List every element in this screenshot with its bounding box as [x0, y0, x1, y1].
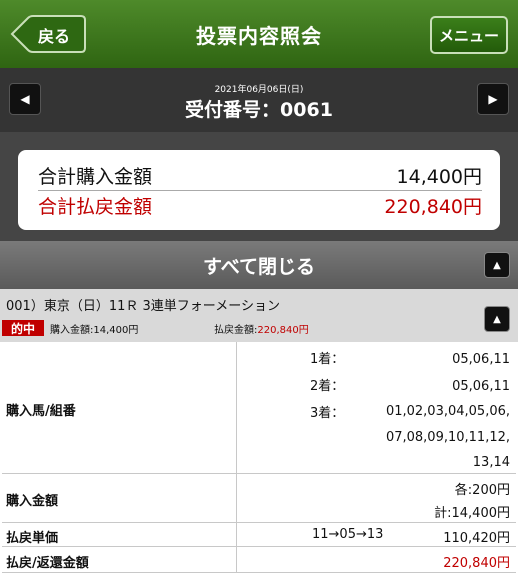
refund-row: 払戻/返還金額 220,840円 — [2, 547, 516, 573]
bet-header[interactable]: 001）東京（日）11Ｒ 3連単フォーメーション 的中 購入金額:14,400円… — [0, 289, 518, 342]
back-button-label: 戻る — [38, 27, 71, 46]
hit-badge: 的中 — [2, 320, 44, 336]
first-place-value: 05,06,11 — [452, 352, 510, 367]
bet-title: 001）東京（日）11Ｒ 3連単フォーメーション — [6, 299, 280, 314]
third-place-value-3: 13,14 — [472, 455, 510, 470]
amount-label: 購入金額 — [6, 494, 59, 509]
third-place-label: 3着： — [310, 406, 345, 421]
amount-row: 購入金額 各:200円 計:14,400円 — [2, 474, 516, 523]
header-bar: 戻る 投票内容照会 メニュー — [0, 0, 518, 68]
collapse-all-button[interactable]: ▲ — [484, 252, 510, 278]
triangle-right-icon: ▶ — [488, 92, 498, 106]
first-place-label: 1着： — [310, 352, 345, 367]
unit-value: 110,420円 — [443, 531, 510, 546]
triangle-up-icon: ▲ — [493, 313, 501, 325]
horses-label: 購入馬/組番 — [6, 404, 76, 419]
triangle-up-icon: ▲ — [493, 259, 501, 271]
third-place-value-1: 01,02,03,04,05,06, — [385, 404, 510, 419]
bet-details-table: 購入馬/組番 1着： 05,06,11 2着： 05,06,11 3着： 01,… — [2, 342, 516, 573]
receipt-number: 受付番号：0061 — [185, 99, 333, 121]
refund-value: 220,840円 — [443, 556, 510, 571]
close-all-bar[interactable]: すべて閉じる ▲ — [0, 241, 518, 289]
total-payout-row: 合計払戻金額 220,840円 — [38, 190, 482, 220]
collapse-bet-button[interactable]: ▲ — [484, 306, 510, 332]
refund-label: 払戻/返還金額 — [6, 556, 89, 571]
total-purchase-row: 合計購入金額 14,400円 — [38, 160, 482, 190]
horses-row: 購入馬/組番 1着： 05,06,11 2着： 05,06,11 3着： 01,… — [2, 342, 516, 474]
amount-each: 各:200円 — [454, 483, 510, 498]
close-all-label: すべて閉じる — [203, 255, 315, 278]
total-purchase-label: 合計購入金額 — [38, 165, 153, 188]
second-place-label: 2着： — [310, 379, 345, 394]
second-place-value: 05,06,11 — [452, 379, 510, 394]
third-place-value-2: 07,08,09,10,11,12, — [385, 430, 510, 445]
page-title: 投票内容照会 — [196, 23, 322, 48]
amount-total: 計:14,400円 — [434, 506, 510, 521]
bet-payout: 払戻金額:220,840円 — [214, 321, 309, 336]
unit-combination: 11→05→13 — [312, 527, 384, 542]
unit-row: 払戻単価 11→05→13 110,420円 — [2, 523, 516, 547]
date-bar: ◀ 2021年06月06日(日) 受付番号：0061 ▶ — [0, 68, 518, 132]
total-payout-label: 合計払戻金額 — [38, 196, 153, 218]
bet-payout-label: 払戻金額: — [214, 325, 258, 336]
bet-purchase-amount: 購入金額:14,400円 — [50, 325, 139, 336]
unit-label: 払戻単価 — [6, 531, 59, 546]
vote-date: 2021年06月06日(日) — [214, 85, 304, 95]
next-button[interactable]: ▶ — [477, 83, 509, 115]
menu-button[interactable]: メニュー — [430, 16, 508, 54]
total-purchase-value: 14,400円 — [396, 165, 482, 188]
back-button[interactable]: 戻る — [10, 15, 86, 53]
bet-payout-value: 220,840円 — [257, 325, 309, 336]
total-payout-value: 220,840円 — [384, 196, 482, 218]
